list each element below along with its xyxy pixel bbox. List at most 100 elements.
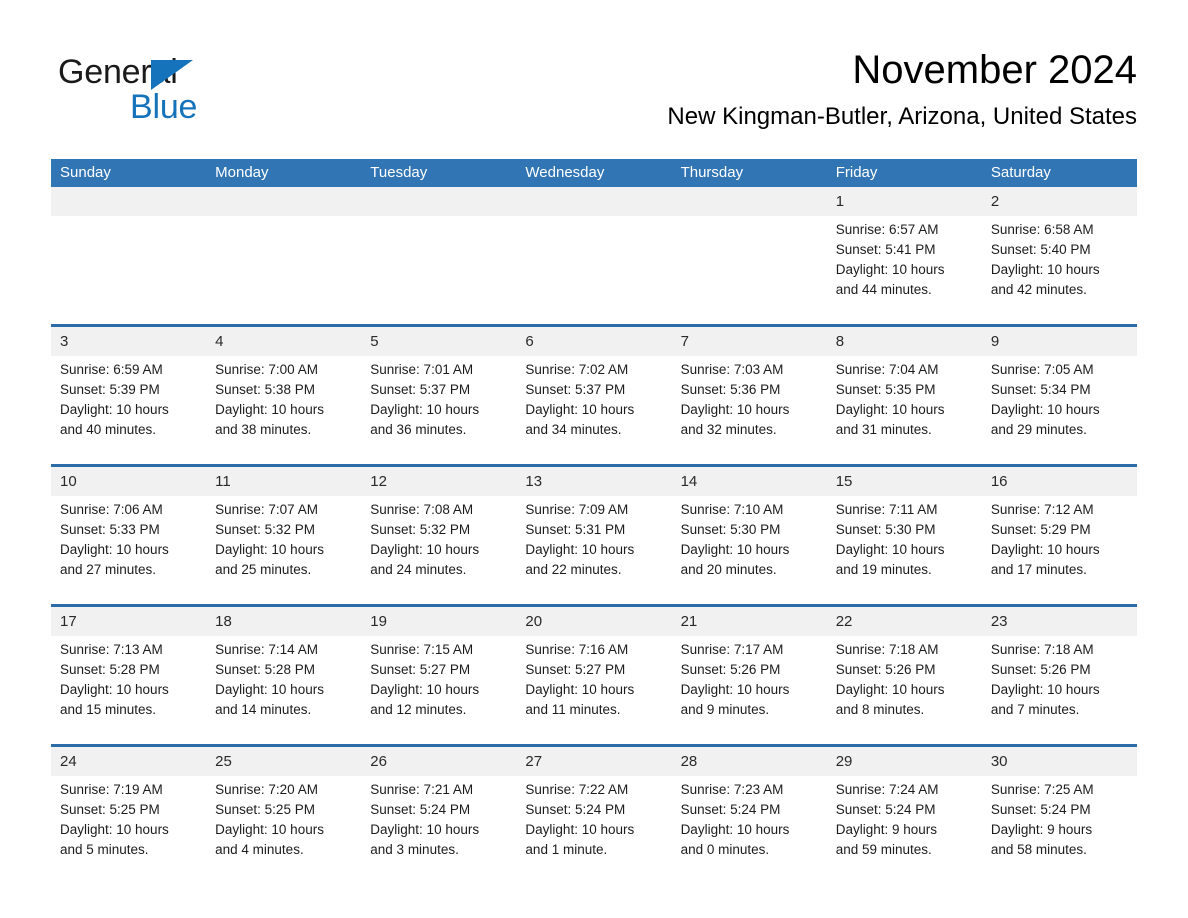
day-number[interactable]: 9 <box>981 324 1137 356</box>
day-number[interactable]: 30 <box>981 744 1137 776</box>
day-cell[interactable]: Sunrise: 7:23 AM Sunset: 5:24 PM Dayligh… <box>671 776 827 884</box>
week-info-row: Sunrise: 7:06 AM Sunset: 5:33 PM Dayligh… <box>51 496 1137 606</box>
daylight-text-line2: and 1 minute. <box>525 842 608 857</box>
day-cell[interactable]: Sunrise: 7:12 AM Sunset: 5:29 PM Dayligh… <box>981 496 1137 606</box>
calendar-table: Sunday Monday Tuesday Wednesday Thursday… <box>51 159 1137 884</box>
daylight-text-line1: Daylight: 10 hours <box>680 402 790 417</box>
day-number[interactable]: 26 <box>361 744 517 776</box>
day-number[interactable]: 2 <box>981 187 1137 216</box>
day-cell[interactable] <box>361 216 517 326</box>
day-cell[interactable]: Sunrise: 7:18 AM Sunset: 5:26 PM Dayligh… <box>981 636 1137 746</box>
day-cell[interactable]: Sunrise: 7:04 AM Sunset: 5:35 PM Dayligh… <box>826 356 982 466</box>
weekday-header-tuesday: Tuesday <box>361 159 517 187</box>
day-cell[interactable]: Sunrise: 7:25 AM Sunset: 5:24 PM Dayligh… <box>981 776 1137 884</box>
day-number[interactable]: 29 <box>826 744 982 776</box>
daylight-text-line1: Daylight: 10 hours <box>835 682 945 697</box>
daylight-text-line2: and 9 minutes. <box>680 702 770 717</box>
daylight-text-line2: and 20 minutes. <box>680 562 777 577</box>
day-cell[interactable]: Sunrise: 7:03 AM Sunset: 5:36 PM Dayligh… <box>671 356 827 466</box>
day-cell[interactable]: Sunrise: 6:58 AM Sunset: 5:40 PM Dayligh… <box>981 216 1137 326</box>
daylight-text-line1: Daylight: 10 hours <box>835 402 945 417</box>
day-number[interactable] <box>206 187 362 216</box>
day-cell[interactable] <box>206 216 362 326</box>
day-cell[interactable]: Sunrise: 7:24 AM Sunset: 5:24 PM Dayligh… <box>826 776 982 884</box>
day-number[interactable]: 10 <box>51 464 207 496</box>
daylight-text-line1: Daylight: 10 hours <box>680 682 790 697</box>
day-number[interactable]: 23 <box>981 604 1137 636</box>
day-number[interactable] <box>516 187 672 216</box>
daylight-text-line2: and 12 minutes. <box>370 702 467 717</box>
day-cell[interactable]: Sunrise: 7:10 AM Sunset: 5:30 PM Dayligh… <box>671 496 827 606</box>
day-number[interactable]: 20 <box>516 604 672 636</box>
day-number[interactable]: 22 <box>826 604 982 636</box>
day-cell[interactable]: Sunrise: 7:15 AM Sunset: 5:27 PM Dayligh… <box>361 636 517 746</box>
day-cell[interactable] <box>51 216 207 326</box>
day-number[interactable]: 18 <box>206 604 362 636</box>
day-cell[interactable]: Sunrise: 7:06 AM Sunset: 5:33 PM Dayligh… <box>51 496 207 606</box>
day-number[interactable]: 14 <box>671 464 827 496</box>
day-cell[interactable]: Sunrise: 7:00 AM Sunset: 5:38 PM Dayligh… <box>206 356 362 466</box>
week-info-row: Sunrise: 7:19 AM Sunset: 5:25 PM Dayligh… <box>51 776 1137 884</box>
sunset-text: Sunset: 5:33 PM <box>60 522 160 537</box>
day-cell[interactable]: Sunrise: 7:20 AM Sunset: 5:25 PM Dayligh… <box>206 776 362 884</box>
day-number[interactable]: 27 <box>516 744 672 776</box>
day-number[interactable]: 8 <box>826 324 982 356</box>
day-number[interactable] <box>671 187 827 216</box>
sunset-text: Sunset: 5:27 PM <box>370 662 471 677</box>
daylight-text-line2: and 38 minutes. <box>215 422 312 437</box>
day-cell[interactable]: Sunrise: 6:57 AM Sunset: 5:41 PM Dayligh… <box>826 216 982 326</box>
sunset-text: Sunset: 5:24 PM <box>680 802 781 817</box>
general-blue-logo[interactable]: General Blue <box>58 52 318 132</box>
day-cell[interactable]: Sunrise: 7:05 AM Sunset: 5:34 PM Dayligh… <box>981 356 1137 466</box>
day-cell[interactable]: Sunrise: 7:08 AM Sunset: 5:32 PM Dayligh… <box>361 496 517 606</box>
day-cell[interactable]: Sunrise: 6:59 AM Sunset: 5:39 PM Dayligh… <box>51 356 207 466</box>
day-cell[interactable]: Sunrise: 7:09 AM Sunset: 5:31 PM Dayligh… <box>516 496 672 606</box>
sunset-text: Sunset: 5:38 PM <box>215 382 315 397</box>
day-number[interactable]: 17 <box>51 604 207 636</box>
daylight-text-line1: Daylight: 10 hours <box>990 682 1100 697</box>
day-number[interactable] <box>361 187 517 216</box>
day-number[interactable]: 28 <box>671 744 827 776</box>
daylight-text-line1: Daylight: 10 hours <box>525 682 635 697</box>
day-number[interactable]: 24 <box>51 744 207 776</box>
day-number[interactable]: 13 <box>516 464 672 496</box>
day-cell[interactable]: Sunrise: 7:07 AM Sunset: 5:32 PM Dayligh… <box>206 496 362 606</box>
day-number[interactable]: 25 <box>206 744 362 776</box>
sunrise-text: Sunrise: 6:59 AM <box>60 362 163 377</box>
day-number[interactable]: 6 <box>516 324 672 356</box>
daylight-text-line2: and 0 minutes. <box>680 842 770 857</box>
week-date-row: 24 25 26 27 28 29 30 <box>51 744 1137 776</box>
day-number[interactable]: 16 <box>981 464 1137 496</box>
daylight-text-line1: Daylight: 10 hours <box>215 542 324 557</box>
sunset-text: Sunset: 5:34 PM <box>990 382 1091 397</box>
day-cell[interactable]: Sunrise: 7:18 AM Sunset: 5:26 PM Dayligh… <box>826 636 982 746</box>
day-number[interactable] <box>51 187 207 216</box>
day-number[interactable]: 15 <box>826 464 982 496</box>
day-cell[interactable]: Sunrise: 7:19 AM Sunset: 5:25 PM Dayligh… <box>51 776 207 884</box>
day-cell[interactable] <box>671 216 827 326</box>
daylight-text-line1: Daylight: 10 hours <box>835 262 945 277</box>
day-number[interactable]: 5 <box>361 324 517 356</box>
day-cell[interactable]: Sunrise: 7:11 AM Sunset: 5:30 PM Dayligh… <box>826 496 982 606</box>
day-cell[interactable]: Sunrise: 7:14 AM Sunset: 5:28 PM Dayligh… <box>206 636 362 746</box>
sunrise-text: Sunrise: 7:24 AM <box>835 782 939 797</box>
day-cell[interactable]: Sunrise: 7:22 AM Sunset: 5:24 PM Dayligh… <box>516 776 672 884</box>
day-number[interactable]: 19 <box>361 604 517 636</box>
day-cell[interactable]: Sunrise: 7:16 AM Sunset: 5:27 PM Dayligh… <box>516 636 672 746</box>
day-number[interactable]: 3 <box>51 324 207 356</box>
day-number[interactable]: 11 <box>206 464 362 496</box>
day-number[interactable]: 21 <box>671 604 827 636</box>
sunset-text: Sunset: 5:37 PM <box>525 382 626 397</box>
day-cell[interactable]: Sunrise: 7:17 AM Sunset: 5:26 PM Dayligh… <box>671 636 827 746</box>
day-cell[interactable] <box>516 216 672 326</box>
day-number[interactable]: 12 <box>361 464 517 496</box>
daylight-text-line1: Daylight: 10 hours <box>990 262 1100 277</box>
day-cell[interactable]: Sunrise: 7:02 AM Sunset: 5:37 PM Dayligh… <box>516 356 672 466</box>
day-number[interactable]: 1 <box>826 187 982 216</box>
day-number[interactable]: 7 <box>671 324 827 356</box>
day-cell[interactable]: Sunrise: 7:01 AM Sunset: 5:37 PM Dayligh… <box>361 356 517 466</box>
day-cell[interactable]: Sunrise: 7:21 AM Sunset: 5:24 PM Dayligh… <box>361 776 517 884</box>
day-number[interactable]: 4 <box>206 324 362 356</box>
day-cell[interactable]: Sunrise: 7:13 AM Sunset: 5:28 PM Dayligh… <box>51 636 207 746</box>
daylight-text-line2: and 42 minutes. <box>990 282 1087 297</box>
